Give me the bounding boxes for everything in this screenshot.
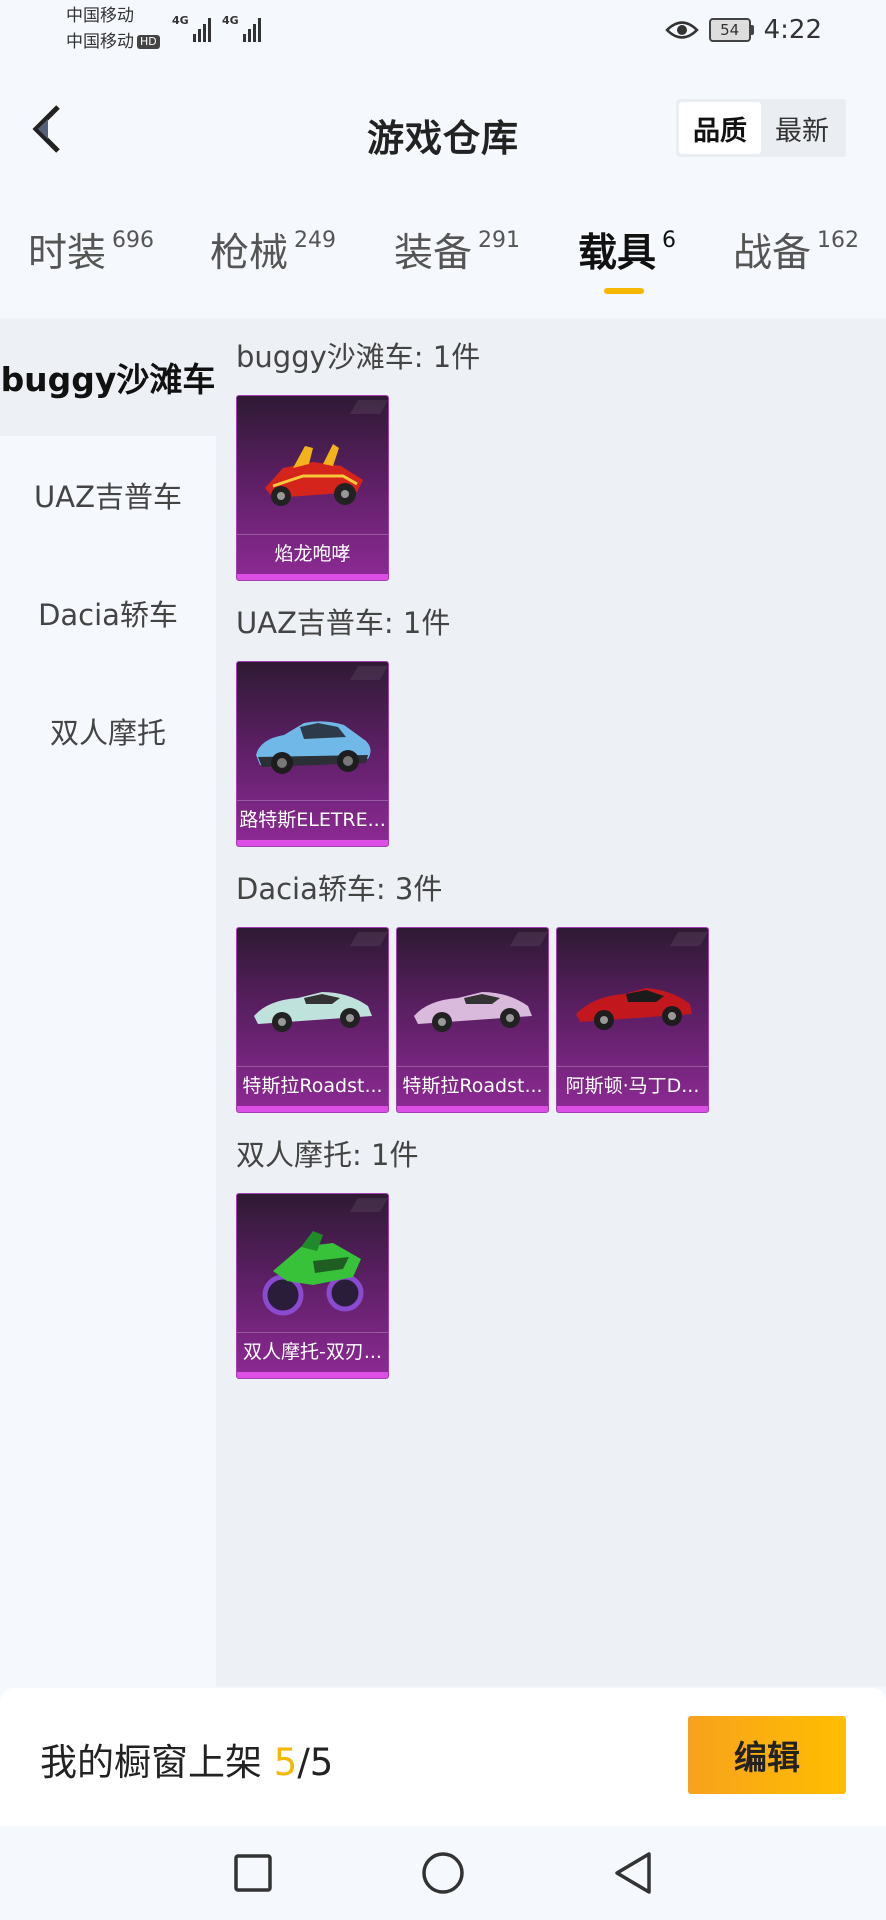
group-dacia: Dacia轿车: 3件 特斯拉Roadst... 特斯拉Roadst... 阿斯… xyxy=(236,869,709,1113)
triangle-back-icon xyxy=(615,1852,651,1894)
circle-icon xyxy=(422,1852,464,1894)
tab-label: 装备 xyxy=(394,231,473,276)
vehicle-name: 特斯拉Roadst... xyxy=(237,1066,388,1102)
sort-toggle: 品质 最新 xyxy=(676,99,846,157)
tab-vehicles[interactable]: 载具 6 xyxy=(578,222,676,278)
vehicle-card[interactable]: 特斯拉Roadst... xyxy=(236,927,389,1113)
tab-count: 291 xyxy=(478,228,521,253)
sidebar-item-motorcycle[interactable]: 双人摩托 xyxy=(0,672,216,790)
back-nav-button[interactable] xyxy=(608,1848,658,1898)
recent-apps-button[interactable] xyxy=(228,1848,278,1898)
vehicle-name: 特斯拉Roadst... xyxy=(397,1066,548,1102)
tab-label: 时装 xyxy=(28,231,107,276)
battery-icon: 54 xyxy=(708,18,754,42)
vehicle-name: 路特斯ELETRE... xyxy=(237,800,388,836)
group-title: UAZ吉普车: 1件 xyxy=(236,606,451,640)
showcase-panel: 我的橱窗上架 5/5 编辑 xyxy=(0,1688,886,1826)
group-title: 双人摩托: 1件 xyxy=(236,1138,419,1172)
hd-badge: HD xyxy=(137,35,160,49)
vehicle-name: 双人摩托-双刃... xyxy=(237,1332,388,1368)
tab-fashion[interactable]: 时装 696 xyxy=(28,222,154,278)
vehicle-card[interactable]: 阿斯顿·马丁D... xyxy=(556,927,709,1113)
network-type-2: 4G xyxy=(222,14,239,27)
vehicle-card[interactable]: 焰龙咆哮 xyxy=(236,395,389,581)
vehicle-card[interactable]: 特斯拉Roadst... xyxy=(396,927,549,1113)
carrier-name-2-label: 中国移动 xyxy=(66,32,134,52)
active-tab-indicator xyxy=(604,288,644,294)
content-area: buggy沙滩车 UAZ吉普车 Dacia轿车 双人摩托 buggy沙滩车: 1… xyxy=(0,318,886,1686)
red-buggy-icon xyxy=(237,418,388,538)
mint-roadster-icon xyxy=(237,950,388,1070)
sidebar-item-dacia[interactable]: Dacia轿车 xyxy=(0,554,216,672)
tab-label: 枪械 xyxy=(210,231,289,276)
tab-count: 696 xyxy=(112,228,155,253)
tab-count: 249 xyxy=(294,228,337,253)
lilac-roadster-icon xyxy=(397,950,548,1070)
group-uaz: UAZ吉普车: 1件 路特斯ELETRE... xyxy=(236,603,450,847)
vehicle-sidebar: buggy沙滩车 UAZ吉普车 Dacia轿车 双人摩托 xyxy=(0,318,216,1686)
tab-battle-prep[interactable]: 战备 162 xyxy=(733,222,859,278)
header: 游戏仓库 品质 最新 xyxy=(0,80,886,180)
group-title: buggy沙滩车: 1件 xyxy=(236,340,481,374)
eye-icon xyxy=(664,21,699,39)
status-bar: 中国移动 中国移动 HD 4G 4G 54 4:22 xyxy=(0,0,886,62)
status-right: 54 4:22 xyxy=(664,10,822,50)
green-motorcycle-icon xyxy=(237,1216,388,1336)
group-buggy: buggy沙滩车: 1件 焰龙咆哮 xyxy=(236,337,480,581)
showcase-total-count: /5 xyxy=(297,1741,334,1784)
network-type-1: 4G xyxy=(172,14,189,27)
sort-by-quality-button[interactable]: 品质 xyxy=(679,102,761,154)
vehicle-name: 焰龙咆哮 xyxy=(237,534,388,570)
square-icon xyxy=(234,1854,272,1892)
tab-label: 战备 xyxy=(733,231,812,276)
signal-strength-icon-1: 4G xyxy=(172,14,211,42)
sidebar-item-buggy[interactable]: buggy沙滩车 xyxy=(0,318,216,436)
showcase-current-count: 5 xyxy=(273,1741,298,1784)
sidebar-item-uaz[interactable]: UAZ吉普车 xyxy=(0,436,216,554)
tab-equipment[interactable]: 装备 291 xyxy=(394,222,520,278)
vehicle-card[interactable]: 双人摩托-双刃... xyxy=(236,1193,389,1379)
signal-strength-icon-2: 4G xyxy=(222,14,261,42)
group-motorcycle: 双人摩托: 1件 双人摩托-双刃... xyxy=(236,1135,418,1379)
tab-count: 6 xyxy=(662,228,677,253)
tab-label: 载具 xyxy=(578,231,657,276)
sort-by-newest-button[interactable]: 最新 xyxy=(761,102,843,154)
vehicle-card[interactable]: 路特斯ELETRE... xyxy=(236,661,389,847)
carrier-name-1: 中国移动 xyxy=(66,6,134,26)
vehicle-name: 阿斯顿·马丁D... xyxy=(557,1066,708,1102)
blue-suv-icon xyxy=(237,684,388,804)
category-tabs: 时装 696 枪械 249 装备 291 载具 6 战备 162 xyxy=(0,222,886,298)
tab-weapons[interactable]: 枪械 249 xyxy=(210,222,336,278)
clock: 4:22 xyxy=(763,15,822,45)
battery-level: 54 xyxy=(708,18,751,42)
home-button[interactable] xyxy=(418,1848,468,1898)
carrier-name-2: 中国移动 HD xyxy=(66,30,160,54)
showcase-status: 我的橱窗上架 5/5 xyxy=(40,1732,333,1786)
edit-button[interactable]: 编辑 xyxy=(688,1716,846,1794)
red-sportscar-icon xyxy=(557,950,708,1070)
system-nav-bar xyxy=(0,1826,886,1920)
showcase-label: 我的橱窗上架 xyxy=(40,1741,274,1784)
group-title: Dacia轿车: 3件 xyxy=(236,872,443,906)
tab-count: 162 xyxy=(817,228,860,253)
